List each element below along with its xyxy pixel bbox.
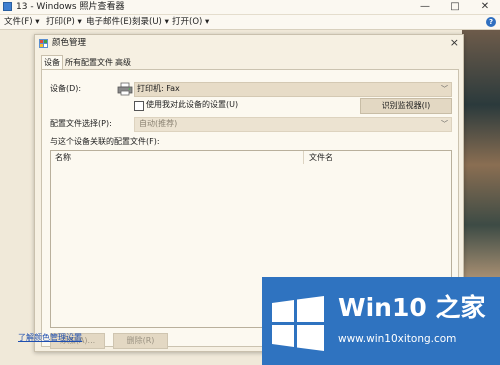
photo-viewer-app-icon — [3, 2, 12, 11]
tab-advanced[interactable]: 高级 — [113, 57, 133, 69]
maximize-button[interactable]: □ — [440, 0, 470, 14]
chevron-down-icon: ﹀ — [441, 120, 448, 128]
win10-watermark: Win10 之家 www.win10xitong.com — [262, 277, 500, 365]
use-my-settings-checkbox[interactable] — [134, 101, 144, 111]
identify-monitors-button[interactable]: 识别监视器(I) — [360, 98, 452, 114]
menu-burn[interactable]: 刻录(U) ▾ — [132, 15, 169, 29]
device-select[interactable]: 打印机: Fax ﹀ — [117, 82, 452, 97]
tab-all-profiles[interactable]: 所有配置文件 — [63, 57, 115, 69]
learn-color-management-link[interactable]: 了解颜色管理设置 — [18, 333, 82, 343]
watermark-brand: Win10 之家 — [338, 293, 486, 322]
printer-icon — [117, 82, 133, 96]
minimize-button[interactable]: — — [410, 0, 440, 14]
column-header-name[interactable]: 名称 — [55, 153, 71, 163]
associated-profiles-label: 与这个设备关联的配置文件(F): — [50, 137, 160, 146]
use-my-settings-label: 使用我对此设备的设置(U) — [146, 100, 239, 109]
profile-selection-value: 自动(推荐) — [139, 119, 178, 128]
viewer-window-title: 13 - Windows 照片查看器 — [16, 2, 125, 12]
menu-file[interactable]: 文件(F) ▾ — [4, 15, 40, 29]
device-label: 设备(D): — [50, 84, 82, 93]
profile-selection-label: 配置文件选择(P): — [50, 119, 112, 128]
column-header-filename[interactable]: 文件名 — [309, 153, 333, 163]
dialog-title: 颜色管理 — [52, 38, 87, 48]
profile-selection-select[interactable]: 自动(推荐) ﹀ — [134, 117, 452, 132]
watermark-url: www.win10xitong.com — [338, 333, 457, 345]
color-management-icon — [39, 39, 48, 48]
remove-profile-button[interactable]: 删除(R) — [113, 333, 168, 349]
menu-open[interactable]: 打开(O) ▾ — [172, 15, 209, 29]
close-window-button[interactable]: ✕ — [470, 0, 500, 14]
chevron-down-icon: ﹀ — [441, 85, 448, 93]
dialog-close-button[interactable]: × — [450, 36, 459, 49]
viewer-menubar: 文件(F) ▾ 打印(P) ▾ 电子邮件(E) 刻录(U) ▾ 打开(O) ▾ … — [0, 15, 500, 30]
menu-print[interactable]: 打印(P) ▾ — [46, 15, 82, 29]
column-divider — [303, 151, 304, 164]
help-icon[interactable]: ? — [486, 17, 496, 27]
device-select-value: 打印机: Fax — [137, 84, 180, 93]
menu-email[interactable]: 电子邮件(E) — [86, 15, 132, 29]
windows-logo-icon — [272, 296, 324, 351]
viewer-titlebar: 13 - Windows 照片查看器 — □ ✕ — [0, 0, 500, 15]
